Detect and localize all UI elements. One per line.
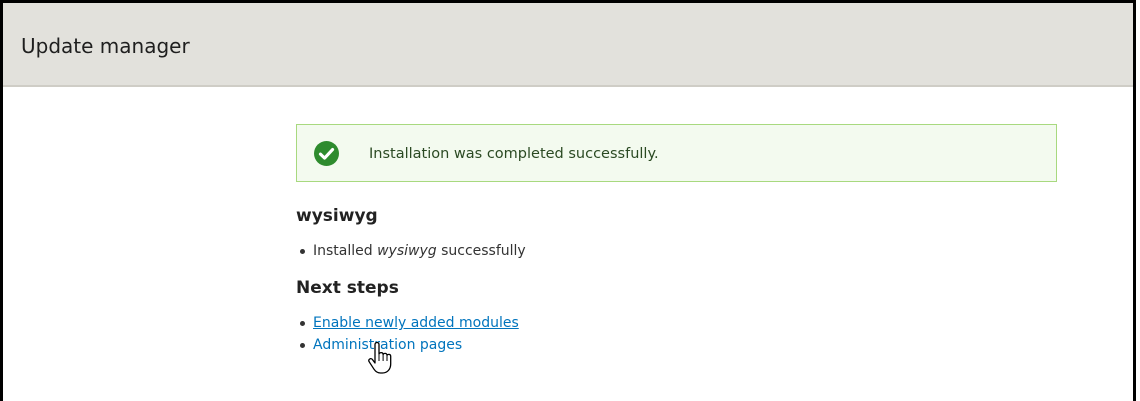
project-title: wysiwyg [296, 206, 378, 226]
page-title: Update manager [21, 34, 190, 58]
status-message-text: Installation was completed successfully. [369, 146, 659, 162]
next-steps-title: Next steps [296, 278, 399, 298]
status-message: Installation was completed successfully. [296, 124, 1057, 182]
installed-project-name: wysiwyg [377, 243, 437, 259]
hand-pointer-icon [368, 342, 392, 374]
installed-suffix: successfully [436, 243, 526, 259]
list-item: Installed wysiwyg successfully [296, 240, 1066, 262]
installed-prefix: Installed [313, 243, 378, 259]
check-circle-icon [314, 141, 339, 166]
list-item: Enable newly added modules [296, 312, 1066, 334]
page-header: Update manager [3, 3, 1133, 87]
main-content: Installation was completed successfully.… [296, 124, 1066, 356]
list-item: Administration pages [296, 334, 1066, 356]
enable-modules-link[interactable]: Enable newly added modules [313, 315, 519, 331]
installed-list: Installed wysiwyg successfully [296, 240, 1066, 262]
next-steps-list: Enable newly added modules Administratio… [296, 312, 1066, 356]
